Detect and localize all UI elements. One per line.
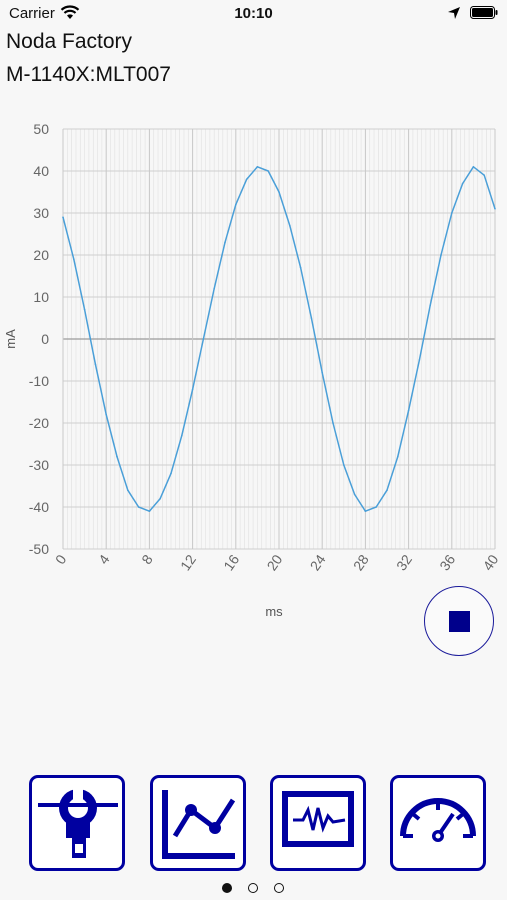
- data-point: [73, 258, 75, 261]
- data-point: [289, 224, 291, 227]
- data-point: [386, 489, 388, 492]
- data-point: [235, 203, 237, 206]
- data-point: [451, 212, 453, 214]
- data-point: [483, 174, 486, 176]
- x-tick-label: 4: [95, 551, 113, 567]
- data-point: [375, 506, 378, 508]
- data-point: [310, 317, 313, 319]
- data-point: [494, 208, 496, 210]
- data-point: [472, 166, 475, 168]
- page-dot[interactable]: [248, 883, 258, 893]
- gauge-app-icon[interactable]: [390, 775, 486, 871]
- y-tick-label: -10: [29, 373, 49, 389]
- y-tick-label: 0: [41, 331, 49, 347]
- data-point: [278, 191, 280, 193]
- data-point: [397, 455, 399, 458]
- device-id: M-1140X:MLT007: [6, 63, 171, 86]
- data-point: [343, 464, 345, 466]
- clamp-meter-icon: [38, 788, 118, 858]
- data-point: [116, 455, 118, 458]
- data-point: [191, 388, 194, 391]
- data-point: [299, 266, 302, 269]
- clamp-meter-app-icon[interactable]: [29, 775, 125, 871]
- data-point: [245, 178, 248, 181]
- data-point: [137, 506, 140, 508]
- data-point: [353, 493, 356, 496]
- waveform-chart: 50403020100-10-20-30-40-500 4 8 12 16 20 24 28 3…: [3, 121, 502, 619]
- x-tick-label: 16: [220, 551, 242, 573]
- stop-button[interactable]: [424, 586, 494, 656]
- y-tick-label: -30: [29, 457, 49, 473]
- x-tick-label: 40: [479, 551, 501, 573]
- y-axis-title: mA: [3, 329, 18, 349]
- y-tick-label: -50: [29, 541, 49, 557]
- data-point: [418, 359, 421, 361]
- page-dot[interactable]: [274, 883, 284, 893]
- gauge-icon: [400, 798, 476, 842]
- data-point: [440, 254, 442, 256]
- data-point: [105, 413, 107, 416]
- data-point: [407, 409, 410, 412]
- x-tick-label: 28: [350, 551, 372, 573]
- x-tick-label: 24: [307, 551, 329, 573]
- trend-graph-icon: [162, 790, 236, 859]
- location-arrow-icon: [448, 7, 460, 19]
- data-point: [267, 170, 270, 172]
- x-tick-label: 20: [263, 551, 285, 573]
- y-tick-label: -40: [29, 499, 49, 515]
- y-tick-label: 10: [33, 289, 49, 305]
- data-point: [256, 166, 259, 168]
- x-tick-label: 32: [393, 551, 415, 573]
- factory-name: Noda Factory: [6, 30, 133, 53]
- y-tick-label: 20: [33, 247, 49, 263]
- data-point: [148, 510, 151, 512]
- data-point: [429, 304, 432, 307]
- clock: 10:10: [234, 5, 273, 22]
- data-point: [461, 182, 464, 185]
- data-point: [332, 422, 334, 424]
- data-point: [62, 216, 64, 218]
- trend-graph-app-icon[interactable]: [150, 775, 246, 871]
- waveform-app-icon[interactable]: [270, 775, 366, 871]
- data-point: [94, 363, 97, 366]
- y-tick-label: 50: [33, 121, 49, 137]
- status-bar: Carrier 10:10: [0, 0, 507, 26]
- x-tick-label: 36: [436, 551, 458, 573]
- waveform-monitor-icon: [282, 791, 354, 847]
- data-point: [202, 338, 205, 340]
- data-point: [224, 241, 226, 244]
- data-point: [321, 371, 324, 374]
- data-point: [170, 472, 172, 475]
- y-tick-label: 40: [33, 163, 49, 179]
- data-point: [83, 308, 86, 311]
- stop-icon: [449, 611, 470, 632]
- battery-icon: [470, 6, 498, 19]
- data-point: [181, 434, 183, 437]
- page-dot[interactable]: [222, 883, 232, 893]
- data-point: [127, 489, 129, 492]
- y-tick-label: -20: [29, 415, 49, 431]
- x-tick-label: 8: [138, 551, 156, 567]
- data-point: [364, 510, 367, 512]
- x-tick-label: 12: [177, 551, 199, 573]
- x-axis-title: ms: [265, 604, 283, 619]
- x-tick-label: 0: [52, 551, 70, 567]
- data-point: [213, 287, 215, 290]
- y-tick-label: 30: [33, 205, 49, 221]
- data-point: [159, 497, 161, 500]
